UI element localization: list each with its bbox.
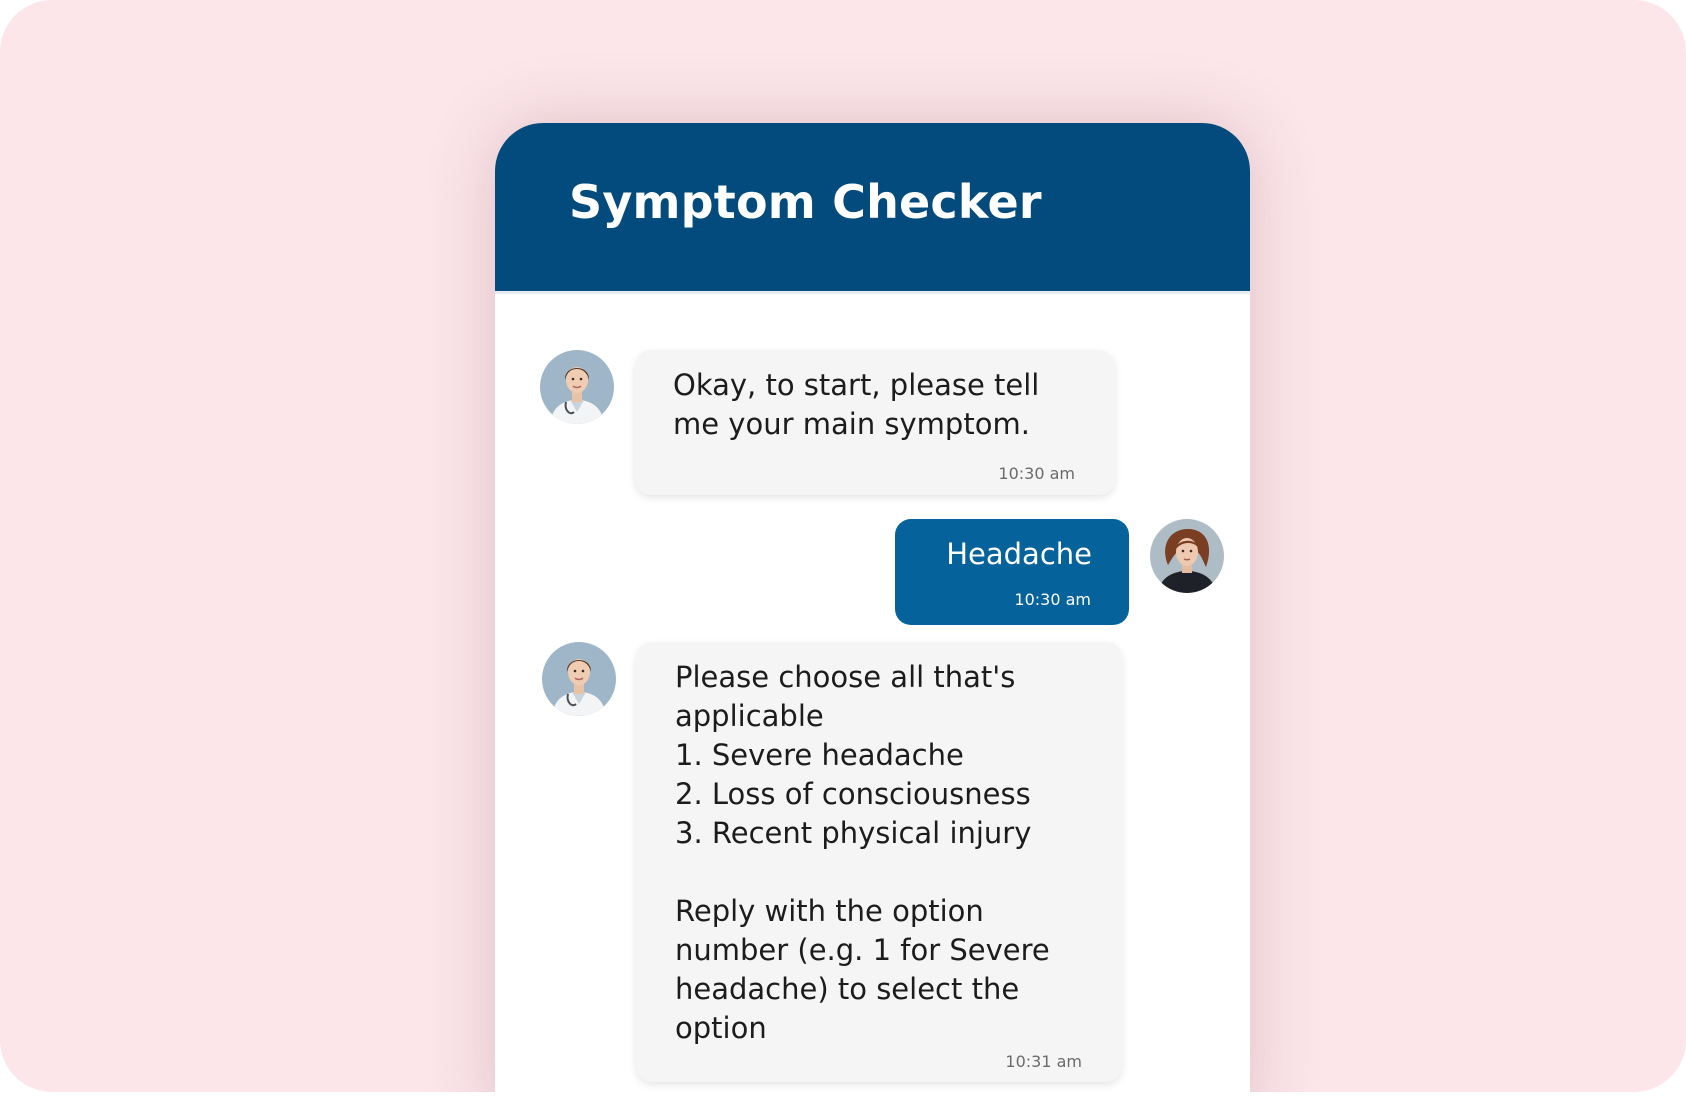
message-text: Okay, to start, please tell me your main… (673, 368, 1040, 441)
chat-header: Symptom Checker (495, 123, 1250, 294)
page-title: Symptom Checker (569, 175, 1042, 229)
message-timestamp: 10:31 am (1005, 1052, 1082, 1071)
message-text: Please choose all that's applicable 1. S… (675, 660, 1050, 1045)
message-text: Headache (946, 537, 1092, 571)
chat-message-bot: Okay, to start, please tell me your main… (635, 350, 1115, 495)
chat-message-bot: Please choose all that's applicable 1. S… (636, 642, 1122, 1082)
chat-window: Symptom Checker Okay, to start, please t… (495, 123, 1250, 1092)
doctor-avatar-icon (542, 642, 616, 716)
user-avatar-icon (1150, 519, 1224, 593)
message-timestamp: 10:30 am (1014, 590, 1091, 609)
user-avatar-image (1150, 519, 1224, 593)
message-timestamp: 10:30 am (998, 464, 1075, 483)
doctor-avatar-image (540, 350, 614, 424)
doctor-avatar-image (542, 642, 616, 716)
chat-message-user: Headache 10:30 am (895, 519, 1129, 625)
page-background: Symptom Checker Okay, to start, please t… (0, 0, 1686, 1092)
doctor-avatar-icon (540, 350, 614, 424)
